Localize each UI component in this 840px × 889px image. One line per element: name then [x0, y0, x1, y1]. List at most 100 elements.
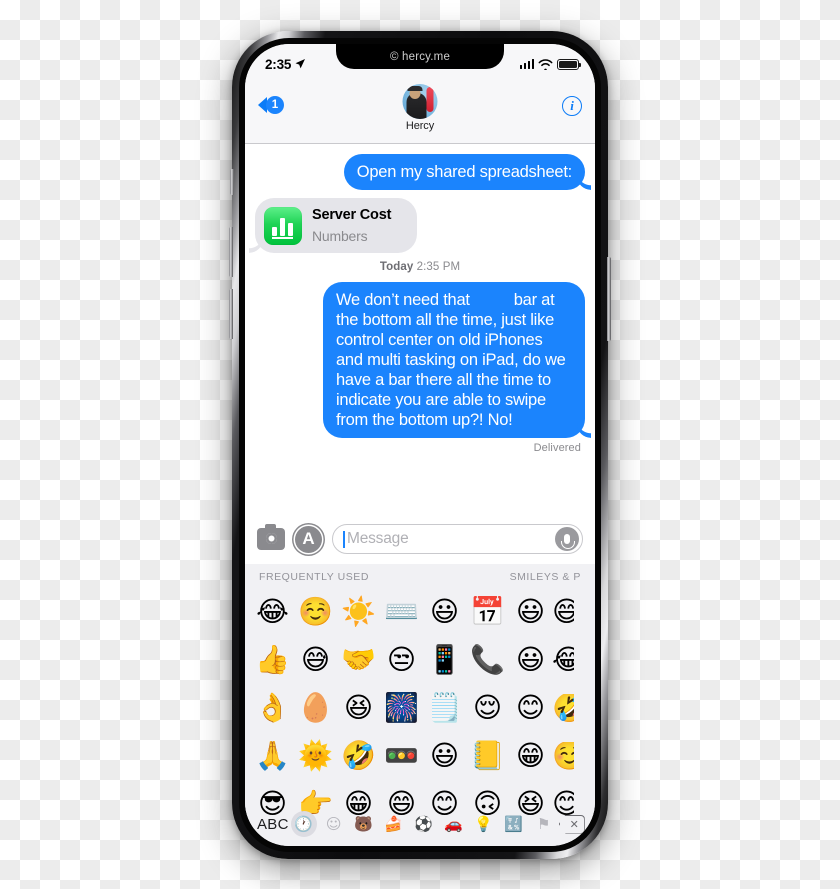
travel-icon[interactable]: 🚗 — [441, 811, 467, 837]
attachment-title: Server Cost — [312, 207, 392, 223]
attachment-text: Server Cost Numbers — [312, 205, 391, 246]
delivery-status: Delivered — [533, 442, 581, 454]
volume-down-button[interactable] — [229, 289, 233, 339]
emoji-key[interactable]: ☺️ — [552, 742, 574, 770]
text-cursor — [343, 530, 345, 548]
emoji-keyboard: FREQUENTLY USED SMILEYS & P 😂 ☺️ ☀️ ⌨️ 😃 📅 😃 😅 👍… — [245, 564, 595, 846]
long-message-part2: bar at the bottom all the time, just lik… — [336, 291, 566, 429]
emoji-row: 🙏 🌞 🤣 🚥 😃 📒 😁 ☺️ — [251, 732, 589, 780]
emoji-row: 👍 😅 🤝 😒 📱 📞 😃 😂 — [251, 636, 589, 684]
emoji-grid: 😂 ☺️ ☀️ ⌨️ 😃 📅 😃 😅 👍 😅 🤝 😒 📱 📞 😃 😂 👌 🥚 😆 🎆 🗒️ 😌 😊 🤣 🙏 🌞 🤣 🚥 😃 📒 😁 ☺️ 😎 👉 😁… — [245, 586, 595, 828]
unread-count-badge: 1 — [266, 96, 284, 114]
emoji-key[interactable]: 😃 — [509, 598, 552, 626]
section-smileys: SMILEYS & P — [509, 571, 581, 583]
message-bubble-long-text[interactable]: We don’t need that bar at the bottom all … — [323, 282, 585, 438]
location-arrow-icon — [295, 59, 306, 69]
cellular-signal-icon — [519, 59, 534, 69]
attachment-subtitle: Numbers — [312, 228, 368, 244]
status-time: 2:35 — [265, 56, 292, 72]
symbols-icon[interactable]: 🔣 — [501, 811, 527, 837]
message-input-bar: A Message — [245, 514, 595, 564]
emoji-key[interactable]: ☺️ — [294, 598, 337, 626]
emoji-key[interactable]: 🚥 — [380, 742, 423, 770]
emoji-key[interactable]: 🤣 — [552, 694, 574, 722]
message-input[interactable]: Message — [332, 524, 583, 554]
contact-header[interactable]: Hercy — [402, 84, 438, 132]
emoji-key[interactable]: 😂 — [251, 598, 294, 626]
emoji-key[interactable]: 😆 — [337, 694, 380, 722]
emoji-key[interactable]: 🗒️ — [423, 694, 466, 722]
emoji-key[interactable]: 🌞 — [294, 742, 337, 770]
emoji-row: 👌 🥚 😆 🎆 🗒️ 😌 😊 🤣 — [251, 684, 589, 732]
emoji-key[interactable]: 🎆 — [380, 694, 423, 722]
emoji-key[interactable]: ☀️ — [337, 598, 380, 626]
status-bar-left: 2:35 — [265, 57, 306, 72]
emoji-key[interactable]: ⌨️ — [380, 598, 423, 626]
power-side-button[interactable] — [607, 257, 611, 341]
flags-icon[interactable]: ⚑ — [531, 811, 557, 837]
emoji-key[interactable]: 🤣 — [337, 742, 380, 770]
message-row-outgoing-long: We don’t need that bar at the bottom all … — [255, 282, 585, 438]
abc-keyboard-button[interactable]: ABC — [257, 816, 289, 833]
timestamp-day: Today — [379, 261, 414, 273]
contact-info-button[interactable]: i — [562, 96, 582, 116]
battery-full-icon — [557, 58, 581, 70]
category-icons: 🕐 ☺ 🐻 🍰 ⚽ 🚗 💡 🔣 ⚑ — [289, 811, 559, 837]
animals-icon[interactable]: 🐻 — [351, 811, 377, 837]
long-message-part1: We don’t need that — [336, 291, 470, 309]
emoji-key[interactable]: 👍 — [251, 646, 294, 674]
emoji-key[interactable]: 📞 — [466, 646, 509, 674]
emoji-key[interactable]: 😅 — [552, 598, 574, 626]
emoji-row: 😂 ☺️ ☀️ ⌨️ 😃 📅 😃 😅 — [251, 588, 589, 636]
device-notch: © hercy.me — [336, 44, 504, 69]
contact-name: Hercy — [405, 120, 435, 132]
avatar-detail-red — [426, 87, 434, 112]
delete-backspace-icon[interactable]: ✕ — [558, 814, 585, 834]
app-store-icon[interactable]: A — [295, 525, 322, 553]
smileys-icon[interactable]: ☺ — [321, 811, 347, 837]
back-to-messages-button[interactable]: 1 — [258, 96, 284, 114]
message-row-incoming: Server Cost Numbers — [255, 198, 585, 253]
emoji-key[interactable]: 😃 — [423, 742, 466, 770]
avatar[interactable] — [402, 84, 438, 119]
message-bubble-spreadsheet-invite[interactable]: Open my shared spreadsheet: — [343, 154, 585, 190]
wifi-icon — [538, 58, 553, 70]
emoji-key[interactable]: 😃 — [423, 598, 466, 626]
camera-icon[interactable] — [257, 524, 285, 550]
emoji-key[interactable]: 😂 — [552, 646, 574, 674]
timestamp-time: 2:35 PM — [416, 261, 461, 273]
recent-clock-icon[interactable]: 🕐 — [290, 811, 317, 837]
phone-screen: © hercy.me 2:35 1 Hercy i Open my shared… — [245, 44, 595, 846]
objects-icon[interactable]: 💡 — [471, 811, 497, 837]
message-placeholder: Message — [347, 530, 409, 547]
message-row-outgoing: Open my shared spreadsheet: — [255, 154, 585, 190]
emoji-key[interactable]: 👌 — [251, 694, 294, 722]
emoji-section-headers: FREQUENTLY USED SMILEYS & P — [245, 564, 595, 586]
emoji-key[interactable]: 😊 — [509, 694, 552, 722]
message-thread: Open my shared spreadsheet: Server Cost … — [245, 144, 595, 514]
activity-icon[interactable]: ⚽ — [411, 811, 437, 837]
mute-switch[interactable] — [230, 169, 234, 195]
emoji-key[interactable]: 📱 — [423, 646, 466, 674]
emoji-key[interactable]: 😁 — [509, 742, 552, 770]
conversation-nav-bar: 1 Hercy i — [245, 78, 595, 144]
food-icon[interactable]: 🍰 — [381, 811, 407, 837]
emoji-key[interactable]: 😃 — [509, 646, 552, 674]
avatar-hat — [407, 86, 423, 91]
microphone-icon[interactable] — [555, 527, 579, 551]
emoji-key[interactable]: 😅 — [294, 646, 337, 674]
emoji-key[interactable]: 📒 — [466, 742, 509, 770]
iphone-device-frame: © hercy.me 2:35 1 Hercy i Open my shared… — [229, 31, 611, 859]
numbers-app-icon — [264, 206, 302, 245]
section-frequently-used: FREQUENTLY USED — [259, 571, 369, 583]
emoji-key[interactable]: 🤝 — [337, 646, 380, 674]
emoji-key[interactable]: 🥚 — [294, 694, 337, 722]
emoji-key[interactable]: 📅 — [466, 598, 509, 626]
volume-up-button[interactable] — [229, 227, 233, 277]
watermark-text: © hercy.me — [389, 50, 451, 63]
attachment-bubble-numbers[interactable]: Server Cost Numbers — [255, 198, 418, 253]
emoji-key[interactable]: 😒 — [380, 646, 423, 674]
emoji-key[interactable]: 🙏 — [251, 742, 294, 770]
emoji-key[interactable]: 😌 — [466, 694, 509, 722]
status-bar-right — [519, 58, 581, 70]
